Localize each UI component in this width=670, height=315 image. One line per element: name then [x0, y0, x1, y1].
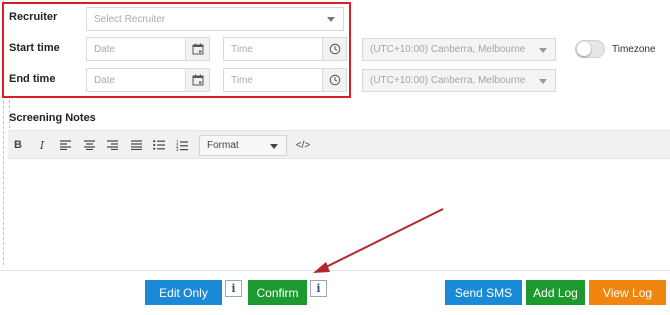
format-select[interactable]: Format	[199, 135, 287, 156]
italic-button[interactable]: I	[34, 137, 50, 153]
highlight-box	[2, 2, 351, 98]
edit-only-button[interactable]: Edit Only	[145, 280, 222, 305]
send-sms-button[interactable]: Send SMS	[445, 280, 522, 305]
footer-divider	[0, 270, 670, 271]
svg-text:3: 3	[176, 147, 179, 151]
start-timezone-select[interactable]: (UTC+10:00) Canberra, Melbourne	[362, 38, 556, 61]
bold-button[interactable]: B	[10, 137, 26, 153]
align-justify-icon[interactable]	[128, 137, 144, 153]
align-center-icon[interactable]	[81, 137, 97, 153]
edit-only-info-icon[interactable]: i	[225, 280, 242, 297]
view-log-button[interactable]: View Log	[589, 280, 666, 305]
end-timezone-select[interactable]: (UTC+10:00) Canberra, Melbourne	[362, 69, 556, 92]
chevron-down-icon	[539, 78, 547, 84]
align-right-icon[interactable]	[104, 137, 120, 153]
chevron-down-icon	[270, 143, 278, 149]
bullet-list-icon[interactable]	[151, 137, 167, 153]
numbered-list-icon[interactable]: 123	[174, 137, 190, 153]
toggle-knob	[577, 42, 591, 56]
timezone-toggle[interactable]	[575, 40, 605, 58]
editor-toolbar: B I 123 Format </>	[8, 130, 670, 159]
screening-notes-title: Screening Notes	[9, 112, 96, 124]
add-log-button[interactable]: Add Log	[526, 280, 585, 305]
editor-body[interactable]	[8, 160, 670, 266]
end-timezone-value: (UTC+10:00) Canberra, Melbourne	[370, 75, 526, 86]
confirm-button[interactable]: Confirm	[248, 280, 307, 305]
confirm-info-icon[interactable]: i	[310, 280, 327, 297]
start-timezone-value: (UTC+10:00) Canberra, Melbourne	[370, 44, 526, 55]
timezone-label: Timezone	[612, 44, 656, 55]
chevron-down-icon	[539, 47, 547, 53]
align-left-icon[interactable]	[57, 137, 73, 153]
code-view-button[interactable]: </>	[292, 137, 314, 153]
format-select-label: Format	[207, 140, 239, 151]
